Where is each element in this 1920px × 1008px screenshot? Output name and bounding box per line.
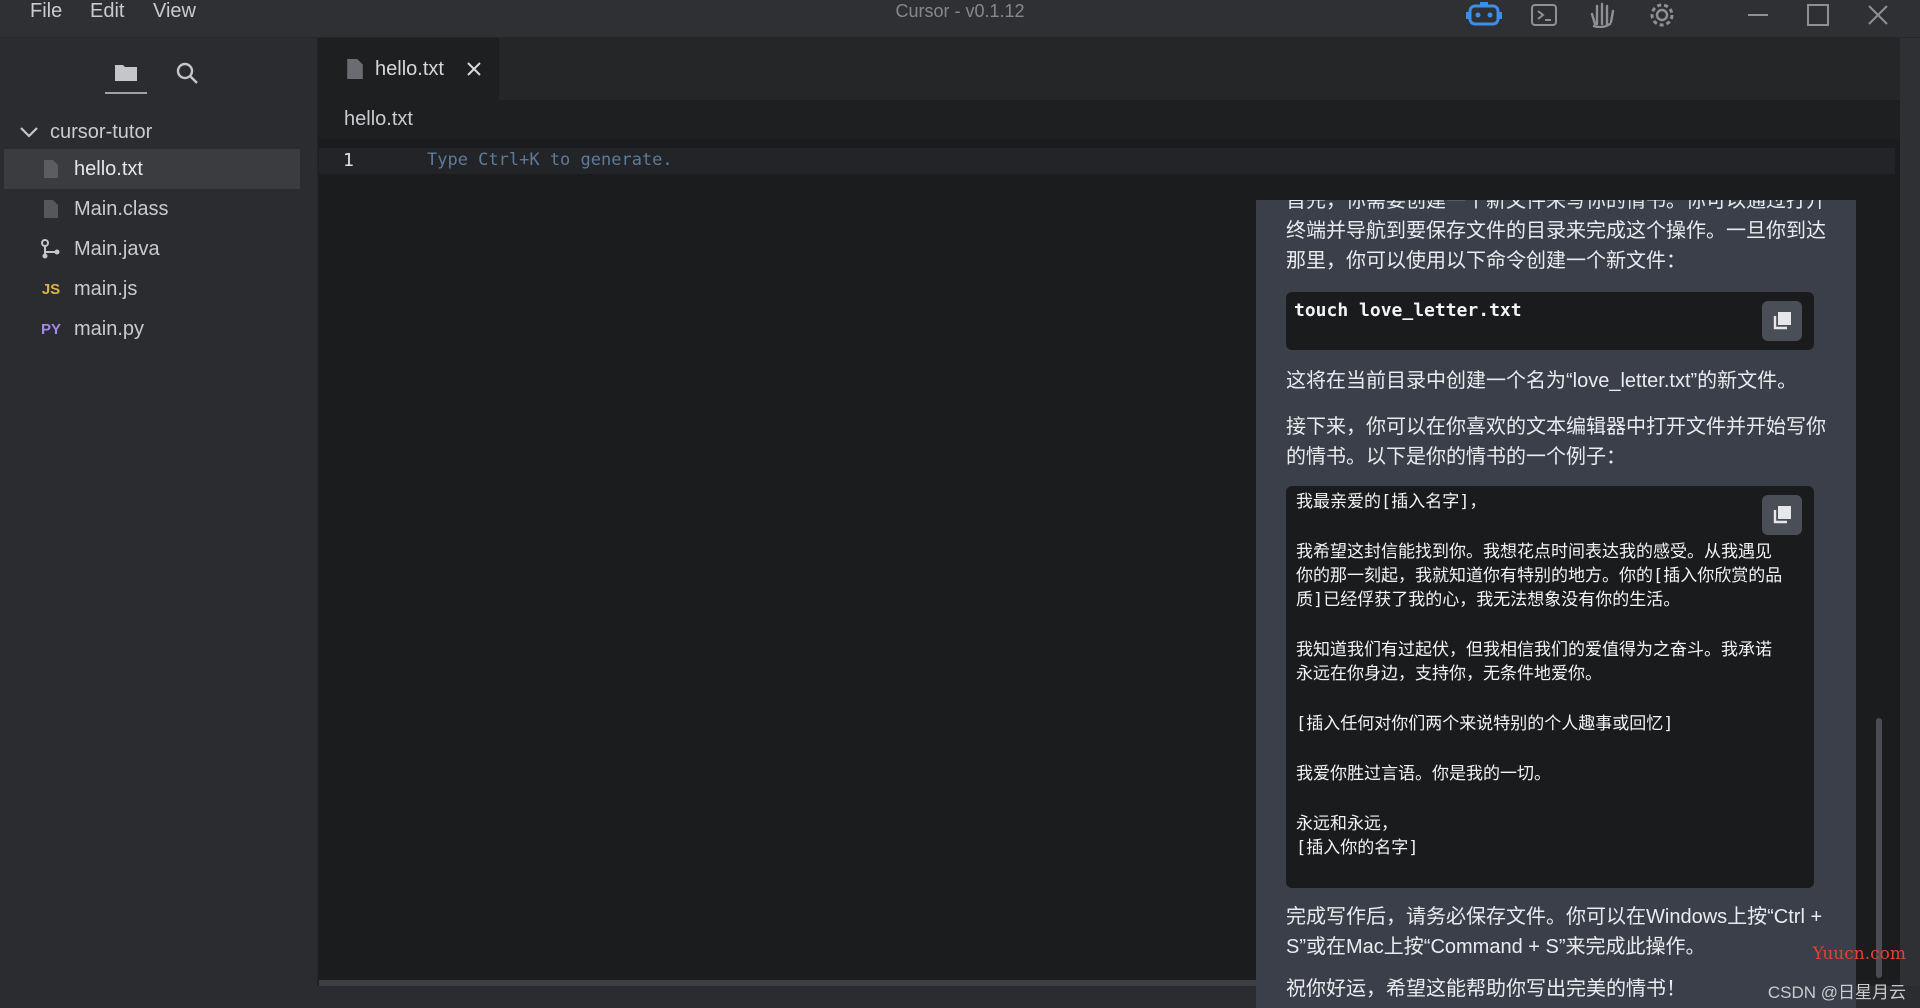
code-text: touch love_letter.txt: [1294, 300, 1522, 321]
python-icon: PY: [40, 320, 61, 338]
letter-line: [插入任何对你们两个来说特别的个人趣事或回忆]: [1296, 714, 1674, 734]
file-main-py[interactable]: PY main.py: [4, 309, 300, 349]
letter-line: 永远在你身边，支持你，无条件地爱你。: [1296, 664, 1602, 684]
tab-label: hello.txt: [375, 57, 444, 80]
settings-gear-icon[interactable]: [1642, 0, 1682, 30]
code-block-letter: 我最亲爱的[插入名字]， 我希望这封信能找到你。我想花点时间表达我的感受。从我遇…: [1286, 486, 1814, 888]
watermark-csdn: CSDN @日星月云: [1767, 983, 1906, 1002]
letter-line: 我爱你胜过言语。你是我的一切。: [1296, 764, 1551, 784]
chat-text-line: 接下来，你可以在你喜欢的文本编辑器中打开文件并开始写你: [1286, 416, 1826, 438]
letter-line: 我最亲爱的[插入名字]，: [1296, 492, 1487, 512]
chat-paragraph: 祝你好运，希望这能帮助你写出完美的情书！: [1286, 978, 1686, 1000]
editor-tab-bar: hello.txt: [319, 38, 1900, 100]
copy-code-button[interactable]: [1762, 301, 1802, 341]
file-main-js[interactable]: JS main.js: [4, 269, 300, 309]
letter-line: 我希望这封信能找到你。我想花点时间表达我的感受。从我遇见: [1296, 542, 1772, 562]
search-icon[interactable]: [166, 52, 208, 94]
chat-scrollbar[interactable]: [1876, 718, 1882, 978]
chat-paragraph: 这将在当前目录中创建一个名为“love_letter.txt”的新文件。: [1286, 370, 1798, 392]
folder-cursor-tutor[interactable]: cursor-tutor: [18, 116, 308, 148]
chat-text-line: 终端并导航到要保存文件的目录来完成这个操作。一旦你到达: [1286, 220, 1826, 242]
letter-line: 永远和永远，: [1296, 814, 1398, 834]
file-icon: [38, 198, 64, 220]
ai-chat-panel[interactable]: 首先，你需要创建一个新文件来写你的情书。你可以通过打开 终端并导航到要保存文件的…: [1256, 200, 1856, 1008]
file-icon: [347, 59, 363, 79]
window-title: Cursor - v0.1.12: [895, 1, 1025, 21]
tab-hello-txt[interactable]: hello.txt: [319, 38, 499, 100]
file-main-class[interactable]: Main.class: [4, 189, 300, 229]
letter-line: 你的那一刻起，我就知道你有特别的地方。你的[插入你欣赏的品: [1296, 566, 1783, 586]
folder-name: cursor-tutor: [50, 120, 153, 143]
chat-text-line: S”或在Mac上按“Command + S”来完成此操作。: [1286, 936, 1706, 958]
letter-line: 质]已经俘获了我的心，我无法想象没有你的生活。: [1296, 590, 1681, 610]
file-icon: [38, 158, 64, 180]
js-icon: JS: [41, 280, 61, 298]
minimize-icon[interactable]: [1736, 0, 1780, 30]
breadcrumb[interactable]: hello.txt: [319, 100, 1900, 138]
sidebar: cursor-tutor hello.txt Main.class Main.j…: [0, 38, 318, 988]
folder-icon[interactable]: [105, 52, 147, 94]
copy-icon: [1773, 312, 1791, 330]
chat-text-line: 完成写作后，请务必保存文件。你可以在Windows上按“Ctrl +: [1286, 906, 1823, 928]
chevron-down-icon: [18, 121, 40, 143]
watermark-yuucn: Yuucn.com: [1812, 944, 1906, 964]
maximize-icon[interactable]: [1796, 0, 1840, 30]
bot-icon[interactable]: [1464, 0, 1504, 30]
chat-paragraph: 完成写作后，请务必保存文件。你可以在Windows上按“Ctrl + S”或在M…: [1286, 902, 1834, 962]
file-name: main.py: [74, 317, 145, 340]
file-name: hello.txt: [74, 157, 143, 180]
file-hello-txt[interactable]: hello.txt: [4, 149, 300, 189]
line-number: 1: [343, 150, 354, 171]
code-block-command: touch love_letter.txt: [1286, 292, 1814, 350]
java-icon: [38, 238, 64, 260]
letter-line: [插入你的名字]: [1296, 838, 1419, 858]
file-name: Main.class: [74, 197, 169, 220]
title-bar: File Edit View Cursor - v0.1.12: [0, 0, 1920, 38]
chat-text-line: 的情书。以下是你的情书的一个例子：: [1286, 446, 1626, 468]
editor-placeholder: Type Ctrl+K to generate.: [427, 150, 673, 170]
chat-paragraph: 首先，你需要创建一个新文件来写你的情书。你可以通过打开 终端并导航到要保存文件的…: [1286, 200, 1834, 276]
window-border: [1900, 38, 1920, 1008]
terminal-icon[interactable]: [1524, 0, 1564, 30]
letter-line: 我知道我们有过起伏，但我相信我们的爱值得为之奋斗。我承诺: [1296, 640, 1772, 660]
hand-icon[interactable]: [1582, 0, 1622, 30]
file-name: Main.java: [74, 237, 160, 260]
file-main-java[interactable]: Main.java: [4, 229, 300, 269]
chat-text-line: 首先，你需要创建一个新文件来写你的情书。你可以通过打开: [1286, 200, 1826, 212]
close-tab-icon[interactable]: [464, 59, 484, 79]
file-name: main.js: [74, 277, 138, 300]
close-window-icon[interactable]: [1856, 0, 1900, 30]
chat-paragraph: 接下来，你可以在你喜欢的文本编辑器中打开文件并开始写你 的情书。以下是你的情书的…: [1286, 412, 1834, 472]
chat-text-line: 那里，你可以使用以下命令创建一个新文件：: [1286, 250, 1686, 272]
